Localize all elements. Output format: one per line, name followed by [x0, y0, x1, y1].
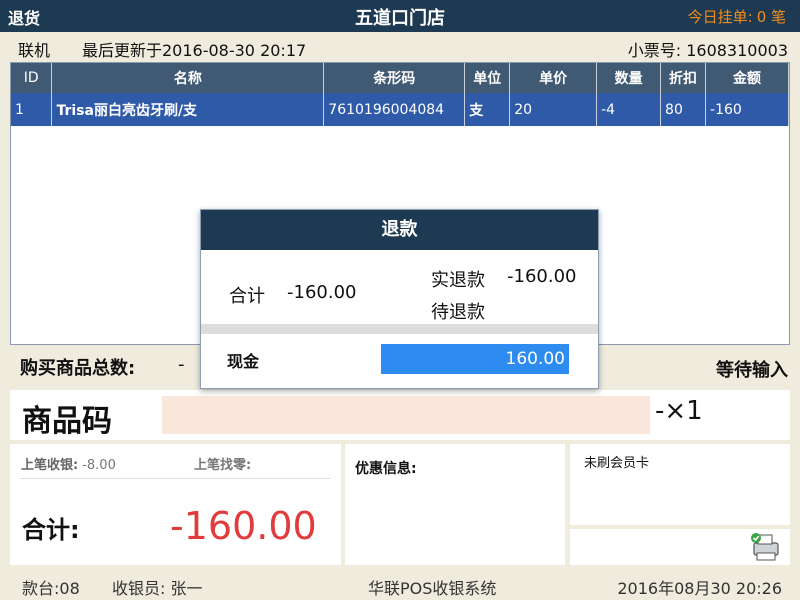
cell-price: 20 [509, 93, 598, 126]
held-orders-label: 今日挂单: [687, 8, 753, 26]
barcode-label: 商品码 [22, 404, 112, 439]
cell-barcode: 7610196004084 [323, 93, 466, 126]
cell-discount: 80 [660, 93, 707, 126]
last-paid-label: 上笔收银: [21, 458, 79, 473]
ticket-value: 1608310003 [686, 41, 788, 60]
store-name: 五道口门店 [355, 8, 445, 29]
refund-total-label: 合计 [229, 286, 265, 307]
ticket-number: 小票号: 1608310003 [628, 37, 788, 61]
last-update: 最后更新于2016-08-30 20:17 [82, 41, 307, 60]
cell-id: 1 [11, 93, 53, 126]
printer-panel [570, 529, 790, 565]
scan-bar: 商品码 -×1 [10, 390, 790, 440]
totals-panel: 上笔收银: -8.00 上笔找零: 合计: -160.00 [10, 444, 341, 565]
refund-pending-label: 待退款 [431, 302, 485, 323]
held-orders-count: 0 笔 [756, 8, 786, 26]
col-header-id: ID [11, 63, 53, 93]
col-header-discount: 折扣 [660, 63, 707, 93]
refund-dialog-title: 退款 [201, 210, 598, 250]
cell-unit: 支 [464, 93, 511, 126]
refund-dialog: 退款 合计 -160.00 实退款 -160.00 待退款 现金 [200, 209, 599, 389]
terminal-id: 款台:08 [22, 579, 80, 598]
online-status: 联机 [18, 41, 51, 60]
refund-actual-label: 实退款 [431, 270, 485, 291]
held-orders-indicator[interactable]: 今日挂单: 0 笔 [688, 6, 786, 27]
status-bar: 联机 最后更新于2016-08-30 20:17 小票号: 1608310003 [0, 32, 800, 62]
member-status: 未刷会员卡 [584, 456, 650, 471]
col-header-amount: 金额 [705, 63, 789, 93]
refund-actual-value: -160.00 [507, 266, 577, 287]
last-change-label: 上笔找零: [194, 458, 252, 473]
footer-bar: 款台:08 收银员: 张一 华联POS收银系统 2016年08月30 20:26 [0, 570, 800, 600]
item-count-value: - [178, 354, 185, 375]
cell-amount: -160 [705, 93, 789, 126]
col-header-barcode: 条形码 [323, 63, 466, 93]
last-paid-value: -8.00 [82, 458, 116, 473]
cell-name: Trisa丽白亮齿牙刷/支 [51, 93, 325, 126]
promo-label: 优惠信息: [355, 461, 417, 477]
refund-total-value: -160.00 [287, 282, 357, 303]
col-header-qty: 数量 [596, 63, 662, 93]
barcode-input[interactable] [162, 396, 650, 434]
col-header-price: 单价 [509, 63, 598, 93]
quantity-multiplier: -×1 [655, 396, 703, 426]
system-name: 华联POS收银系统 [368, 579, 497, 598]
member-panel[interactable]: 未刷会员卡 [570, 444, 790, 525]
total-value: -160.00 [170, 504, 317, 548]
total-label: 合计: [22, 516, 80, 544]
dialog-divider [201, 324, 598, 334]
promo-panel: 优惠信息: [345, 444, 565, 565]
input-state: 等待输入 [716, 360, 788, 381]
cash-amount-input[interactable] [381, 344, 569, 374]
col-header-name: 名称 [51, 63, 325, 93]
cashier-name: 收银员: 张一 [112, 579, 203, 598]
printer-icon[interactable] [748, 531, 782, 563]
last-change: 上笔找零: [194, 454, 251, 473]
divider [20, 478, 330, 479]
title-bar: 退货 五道口门店 今日挂单: 0 笔 [0, 0, 800, 32]
item-count-label: 购买商品总数: [20, 358, 136, 379]
table-row[interactable]: 1 Trisa丽白亮齿牙刷/支 7610196004084 支 20 -4 80… [11, 93, 789, 126]
last-paid: 上笔收银: -8.00 [21, 454, 116, 473]
col-header-unit: 单位 [464, 63, 511, 93]
cash-label: 现金 [227, 352, 260, 371]
ticket-label: 小票号: [627, 41, 682, 60]
cell-qty: -4 [596, 93, 662, 126]
footer-datetime: 2016年08月30 20:26 [617, 579, 782, 598]
grid-header: ID 名称 条形码 单位 单价 数量 折扣 金额 [11, 63, 789, 93]
